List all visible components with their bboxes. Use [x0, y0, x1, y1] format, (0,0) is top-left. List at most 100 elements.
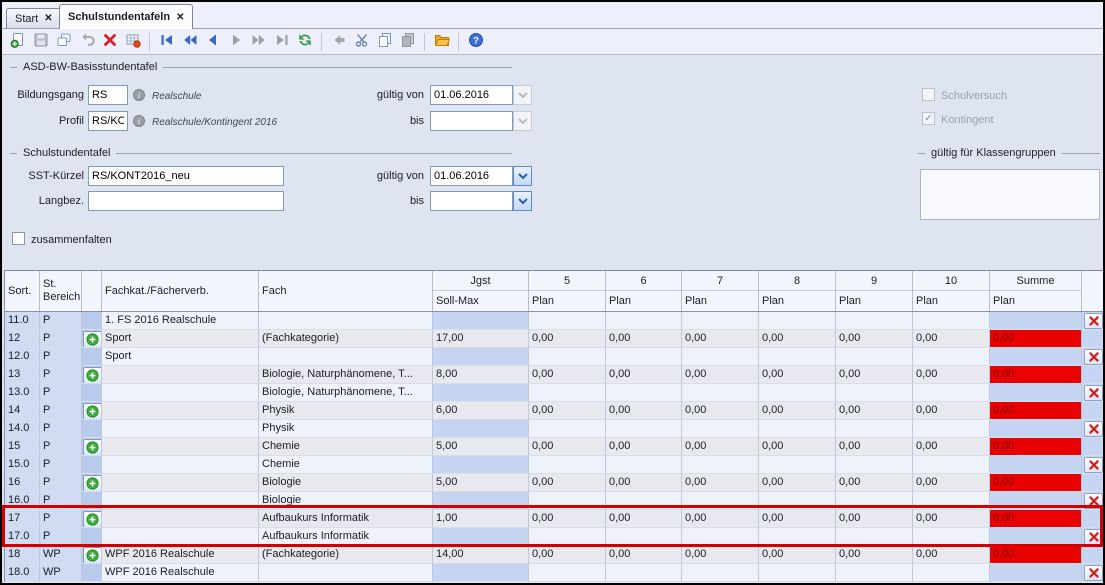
cell-plan-9[interactable]: 0,00	[836, 438, 913, 456]
cell-fachkat[interactable]	[102, 384, 259, 402]
cell-plan-7[interactable]: 0,00	[682, 510, 759, 528]
cell-plan-9[interactable]	[836, 420, 913, 438]
cell-plan-6[interactable]: 0,00	[606, 330, 682, 348]
delete-row-button[interactable]	[1084, 493, 1103, 509]
help-button[interactable]: ?	[465, 31, 486, 52]
cell-st-bereich[interactable]: P	[40, 456, 82, 474]
cell-fachkat[interactable]: 1. FS 2016 Realschule	[102, 312, 259, 330]
cell-plan-5[interactable]	[529, 564, 606, 582]
cell-fach[interactable]: Biologie, Naturphänomene, T...	[259, 366, 433, 384]
cell-plan-8[interactable]	[759, 312, 836, 330]
delete-row-button[interactable]	[1084, 565, 1103, 581]
cell-st-bereich[interactable]: P	[40, 348, 82, 366]
cell-plan-7[interactable]	[682, 456, 759, 474]
cell-plan-7[interactable]	[682, 492, 759, 510]
cell-plan-8[interactable]	[759, 456, 836, 474]
cell-plan-7[interactable]: 0,00	[682, 330, 759, 348]
bildungsgang-field[interactable]	[88, 85, 128, 105]
cell-plan-6[interactable]	[606, 384, 682, 402]
cell-fachkat[interactable]	[102, 456, 259, 474]
cell-plan-6[interactable]: 0,00	[606, 366, 682, 384]
close-icon[interactable]: ✕	[176, 12, 184, 23]
cell-sort[interactable]: 17	[5, 510, 40, 528]
copy-button[interactable]	[374, 31, 395, 52]
cell-fach[interactable]: Physik	[259, 402, 433, 420]
cell-plan-5[interactable]: 0,00	[529, 546, 606, 564]
cell-sort[interactable]: 16.0	[5, 492, 40, 510]
cell-plan-10[interactable]: 0,00	[913, 366, 990, 384]
cell-fachkat[interactable]: Sport	[102, 348, 259, 366]
cell-plan-6[interactable]	[606, 312, 682, 330]
cell-plan-9[interactable]: 0,00	[836, 510, 913, 528]
cell-soll-max[interactable]: 5,00	[433, 474, 529, 492]
cell-fachkat[interactable]: WPF 2016 Realschule	[102, 546, 259, 564]
previous-record-button[interactable]	[202, 31, 223, 52]
cell-fachkat[interactable]: Sport	[102, 330, 259, 348]
cell-st-bereich[interactable]: WP	[40, 564, 82, 582]
cell-plan-6[interactable]	[606, 528, 682, 546]
sst-bis-field[interactable]	[430, 191, 513, 211]
cell-st-bereich[interactable]: P	[40, 366, 82, 384]
cell-soll-max[interactable]: 14,00	[433, 546, 529, 564]
cell-plan-5[interactable]: 0,00	[529, 330, 606, 348]
cell-sort[interactable]: 18	[5, 546, 40, 564]
cell-sort[interactable]: 15.0	[5, 456, 40, 474]
cell-plan-9[interactable]: 0,00	[836, 366, 913, 384]
cell-st-bereich[interactable]: P	[40, 402, 82, 420]
cell-fach[interactable]: Biologie	[259, 492, 433, 510]
cell-plan-10[interactable]: 0,00	[913, 330, 990, 348]
delete-row-button[interactable]	[1084, 457, 1103, 473]
cell-plan-6[interactable]: 0,00	[606, 402, 682, 420]
cell-plan-10[interactable]	[913, 564, 990, 582]
cell-fach[interactable]: Physik	[259, 420, 433, 438]
cell-soll-max[interactable]	[433, 384, 529, 402]
cell-plan-10[interactable]	[913, 528, 990, 546]
cell-plan-5[interactable]	[529, 492, 606, 510]
add-subject-button[interactable]	[83, 511, 102, 528]
cell-fach[interactable]: Aufbaukurs Informatik	[259, 528, 433, 546]
cell-plan-6[interactable]	[606, 420, 682, 438]
cell-plan-7[interactable]	[682, 312, 759, 330]
delete-row-button[interactable]	[1084, 385, 1103, 401]
cell-fach[interactable]	[259, 564, 433, 582]
cell-summe[interactable]: 0,00	[990, 366, 1082, 384]
delete-row-button[interactable]	[1084, 421, 1103, 437]
cell-plan-9[interactable]	[836, 312, 913, 330]
zusammenfalten-checkbox[interactable]	[12, 232, 25, 245]
cell-plan-8[interactable]	[759, 492, 836, 510]
cell-summe[interactable]	[990, 456, 1082, 474]
cell-plan-5[interactable]: 0,00	[529, 474, 606, 492]
cell-plan-9[interactable]: 0,00	[836, 546, 913, 564]
cell-plan-10[interactable]	[913, 348, 990, 366]
tab-start[interactable]: Start ✕	[6, 8, 62, 28]
cell-plan-8[interactable]: 0,00	[759, 510, 836, 528]
cell-sort[interactable]: 14	[5, 402, 40, 420]
cell-st-bereich[interactable]: P	[40, 420, 82, 438]
cell-fach[interactable]: Biologie, Naturphänomene, T...	[259, 384, 433, 402]
delete-row-button[interactable]	[1084, 529, 1103, 545]
cell-fachkat[interactable]	[102, 420, 259, 438]
cell-summe[interactable]	[990, 384, 1082, 402]
cell-st-bereich[interactable]: P	[40, 438, 82, 456]
fast-previous-button[interactable]	[179, 31, 200, 52]
cell-fach[interactable]: (Fachkategorie)	[259, 546, 433, 564]
cell-plan-10[interactable]	[913, 384, 990, 402]
cell-summe[interactable]: 0,00	[990, 402, 1082, 420]
cell-sort[interactable]: 18.0	[5, 564, 40, 582]
cell-plan-7[interactable]: 0,00	[682, 402, 759, 420]
duplicate-record-button[interactable]	[53, 31, 74, 52]
add-subject-button[interactable]	[83, 331, 102, 348]
cell-st-bereich[interactable]: P	[40, 312, 82, 330]
cell-plan-5[interactable]: 0,00	[529, 510, 606, 528]
cell-sort[interactable]: 12	[5, 330, 40, 348]
cell-plan-7[interactable]	[682, 528, 759, 546]
cell-plan-7[interactable]: 0,00	[682, 474, 759, 492]
cell-plan-9[interactable]	[836, 528, 913, 546]
cell-plan-8[interactable]: 0,00	[759, 438, 836, 456]
cell-summe[interactable]	[990, 348, 1082, 366]
cell-plan-10[interactable]: 0,00	[913, 474, 990, 492]
cell-plan-10[interactable]: 0,00	[913, 510, 990, 528]
cell-summe[interactable]: 0,00	[990, 438, 1082, 456]
cell-sort[interactable]: 16	[5, 474, 40, 492]
cell-summe[interactable]	[990, 420, 1082, 438]
